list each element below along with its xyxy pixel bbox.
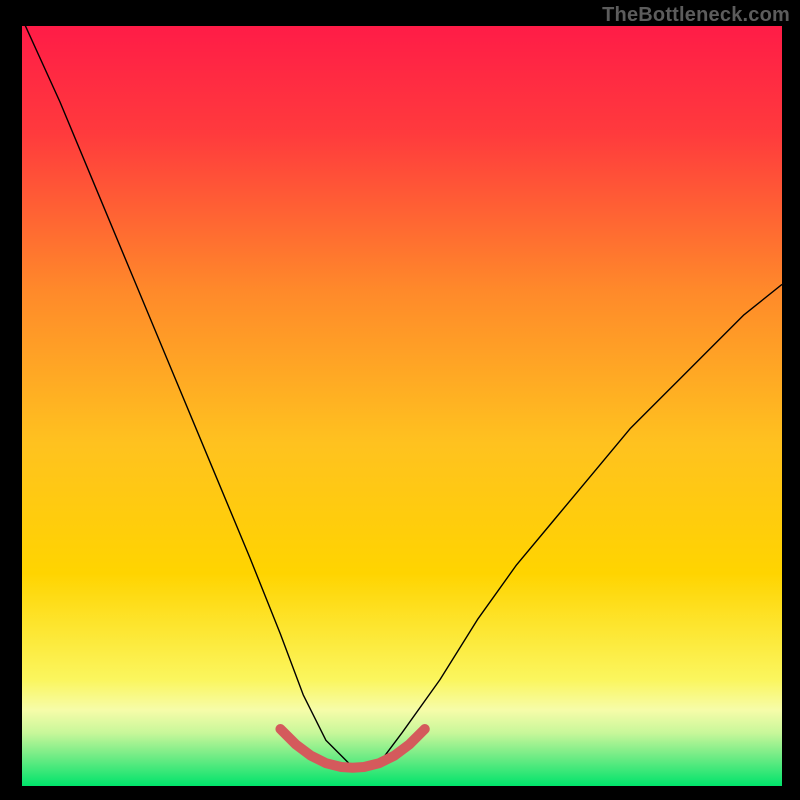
watermark-text: TheBottleneck.com: [602, 4, 790, 27]
chart-stage: TheBottleneck.com: [0, 0, 800, 800]
bottleneck-chart: [22, 26, 782, 786]
gradient-background: [22, 26, 782, 786]
